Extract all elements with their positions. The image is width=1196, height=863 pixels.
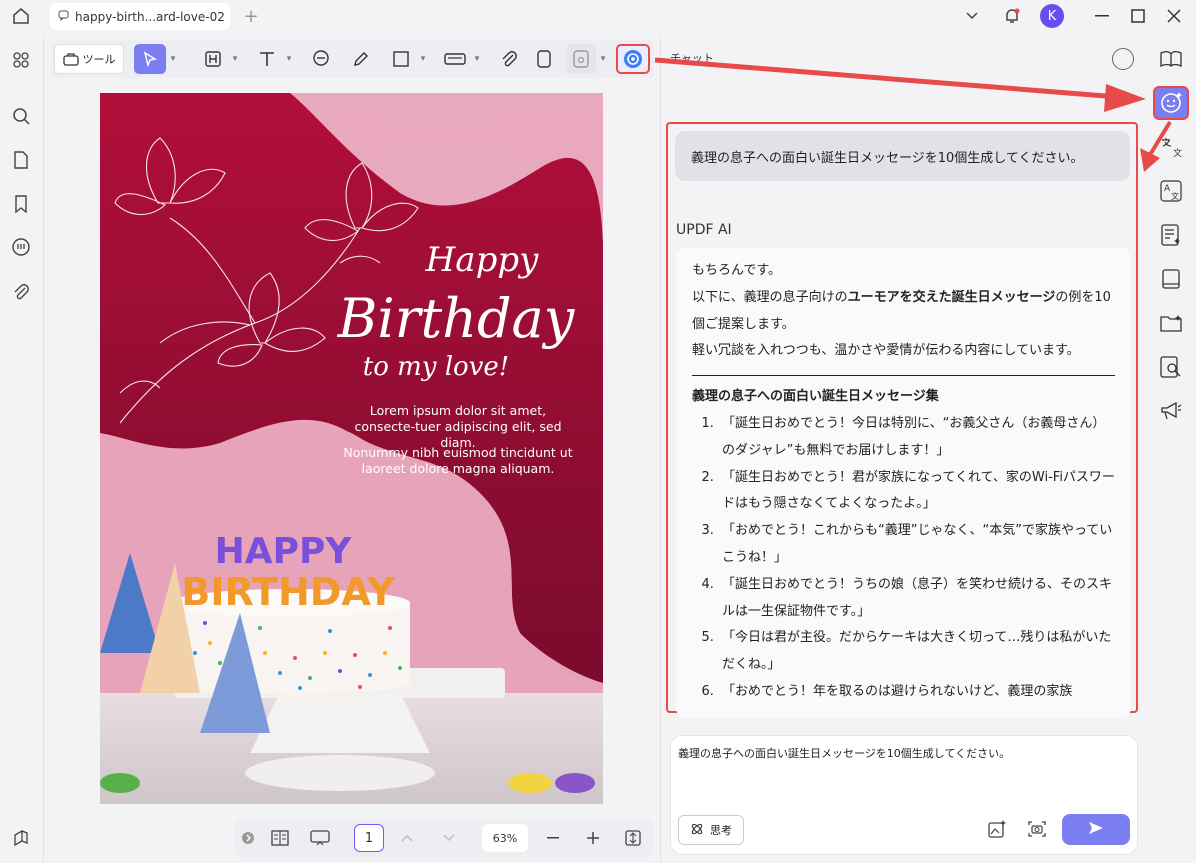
message-list: 「誕生日おめでとう！今日は特別に、“お義父さん（お義母さん）のダジャレ”も無料で…	[702, 411, 1115, 706]
chevron-down-icon[interactable]: ▾	[168, 44, 178, 74]
chevron-up-icon[interactable]	[396, 824, 418, 852]
think-label: 思考	[710, 824, 732, 837]
ai-intro-3: 軽い冗談を入れつつも、温かさや愛情が伝わる内容にしています。	[692, 343, 1080, 359]
svg-text:A: A	[1164, 184, 1171, 194]
comment-tool-icon[interactable]	[306, 44, 336, 74]
list-item: 「誕生日おめでとう！君が家族になってくれて、家のWi-Fiパスワードはもう隠さな…	[718, 465, 1115, 519]
chat-input-text[interactable]: 義理の息子への面白い誕生日メッセージを10個生成してください。	[678, 745, 1118, 761]
ai-intro-2: 以下に、義理の息子向けのユーモアを交えた誕生日メッセージの例を10個ご提案します…	[692, 289, 1111, 332]
presentation-icon[interactable]	[306, 824, 334, 852]
book-icon[interactable]	[1158, 266, 1184, 292]
tools-button[interactable]: ツール	[54, 44, 124, 74]
list-item: 「誕生日おめでとう！今日は特別に、“お義父さん（お義母さん）のダジャレ”も無料で…	[718, 411, 1115, 465]
maximize-icon[interactable]	[1126, 4, 1150, 28]
summary-icon[interactable]	[1158, 222, 1184, 248]
zoom-level[interactable]: 63%	[482, 824, 528, 852]
ai-chat-tab-button[interactable]	[1153, 86, 1189, 120]
chevron-down-icon[interactable]: ▾	[230, 44, 240, 74]
bookmark-icon[interactable]	[9, 192, 33, 216]
save-icon[interactable]	[566, 44, 596, 74]
image-generate-icon[interactable]	[986, 818, 1008, 840]
select-tool-button[interactable]	[134, 44, 166, 74]
ocr-translate-icon[interactable]: A文	[1158, 178, 1184, 204]
svg-text:文: 文	[1173, 147, 1182, 158]
reader-icon[interactable]	[1158, 46, 1184, 72]
home-icon[interactable]	[10, 6, 32, 26]
list-item: 「誕生日おめでとう！うちの娘（息子）を笑わせ続ける、そのスキルは一生保証物件です…	[718, 572, 1115, 626]
send-icon	[1088, 820, 1104, 839]
ai-sender-label: UPDF AI	[676, 222, 732, 238]
ai-assistant-button[interactable]	[616, 44, 650, 74]
user-message-text: 義理の息子への面白い誕生日メッセージを10個生成してください。	[691, 150, 1084, 166]
list-item: 「おめでとう！これからも“義理”じゃなく、“本気”で家族やっていこうね！」	[718, 518, 1115, 572]
folder-icon[interactable]	[1158, 310, 1184, 336]
think-button[interactable]: 思考	[678, 815, 744, 845]
card-paragraph-1: Lorem ipsum dolor sit amet, consecte-tue…	[354, 403, 562, 450]
thumbnails-icon[interactable]	[9, 48, 33, 72]
list-item: 「おめでとう！年を取るのは避けられないけど、義理の家族	[718, 679, 1115, 706]
minimize-icon[interactable]	[1090, 4, 1114, 28]
send-button[interactable]	[1062, 814, 1130, 845]
stamp-tool-icon[interactable]	[440, 44, 470, 74]
chevron-down-icon[interactable]: ▾	[598, 44, 608, 74]
translate-icon[interactable]: 文	[1158, 134, 1184, 160]
card-paragraph-2: Nonummy nibh euismod tincidunt ut laoree…	[343, 445, 573, 476]
card-love-text: to my love!	[363, 352, 509, 382]
text-tool-icon[interactable]	[252, 44, 282, 74]
card-happy-text: Happy	[425, 240, 539, 280]
ai-intro-1: もちろんです。	[692, 263, 782, 278]
tools-label: ツール	[82, 53, 116, 66]
ai-heading: 義理の息子への面白い誕生日メッセージ集	[692, 389, 939, 405]
chevron-down-icon[interactable]: ▾	[472, 44, 482, 74]
attachment-icon[interactable]	[9, 280, 33, 304]
signature-tool-icon[interactable]	[534, 44, 554, 74]
page-icon[interactable]	[9, 148, 33, 172]
page-navigation-bar: 1 63%	[234, 819, 654, 857]
layers-icon[interactable]	[9, 826, 33, 850]
document-tab-title: happy-birth...ard-love-02	[75, 9, 225, 24]
attach-tool-icon[interactable]	[494, 44, 524, 74]
zoom-out-icon[interactable]	[542, 824, 564, 852]
avatar[interactable]: K	[1040, 4, 1064, 28]
search-icon[interactable]	[9, 104, 33, 128]
chevron-down-icon[interactable]	[438, 824, 460, 852]
highlight-text-icon[interactable]	[198, 44, 228, 74]
close-icon[interactable]	[1162, 4, 1186, 28]
user-message-bubble: 義理の息子への面白い誕生日メッセージを10個生成してください。	[675, 131, 1130, 181]
comment-icon	[58, 10, 69, 24]
chevron-right-icon[interactable]	[240, 824, 256, 852]
chevron-down-icon[interactable]	[960, 4, 984, 28]
document-tab[interactable]: happy-birth...ard-love-02	[50, 3, 230, 30]
ai-message-bubble: もちろんです。 以下に、義理の息子向けのユーモアを交えた誕生日メッセージの例を1…	[676, 248, 1131, 718]
chevron-down-icon[interactable]: ▾	[284, 44, 294, 74]
page-layout-icon[interactable]	[266, 824, 294, 852]
cake-birthday-letters: BIRTHDAY	[181, 570, 395, 614]
main-toolbar: ツール ▾ ▾ ▾ ▾ ▾ ▾	[52, 40, 654, 78]
birthday-card-page: Happy Birthday to my love! HAPPY BIRTHDA…	[100, 93, 603, 804]
right-sidebar	[1146, 36, 1196, 863]
card-birthday-text: Birthday	[337, 287, 576, 350]
fit-page-icon[interactable]	[622, 824, 644, 852]
pen-tool-icon[interactable]	[346, 44, 376, 74]
history-icon[interactable]	[1112, 48, 1134, 70]
search-document-icon[interactable]	[1158, 354, 1184, 380]
cake-happy-letters: HAPPY	[215, 531, 353, 572]
list-item: 「今日は君が主役。だからケーキは大きく切って…残りは私がいただくね。」	[718, 625, 1115, 679]
zoom-in-icon[interactable]	[582, 824, 604, 852]
svg-text:文: 文	[1171, 191, 1179, 201]
bell-icon[interactable]	[1000, 4, 1024, 28]
atom-icon	[690, 822, 704, 839]
divider	[692, 375, 1115, 377]
new-tab-button[interactable]: +	[240, 5, 262, 27]
chat-panel-title: チャット	[670, 52, 714, 65]
shape-tool-icon[interactable]	[386, 44, 416, 74]
chevron-down-icon[interactable]: ▾	[418, 44, 428, 74]
page-number-input[interactable]: 1	[354, 824, 384, 852]
megaphone-icon[interactable]	[1158, 398, 1184, 424]
comments-icon[interactable]	[9, 235, 33, 259]
screenshot-icon[interactable]	[1026, 818, 1048, 840]
